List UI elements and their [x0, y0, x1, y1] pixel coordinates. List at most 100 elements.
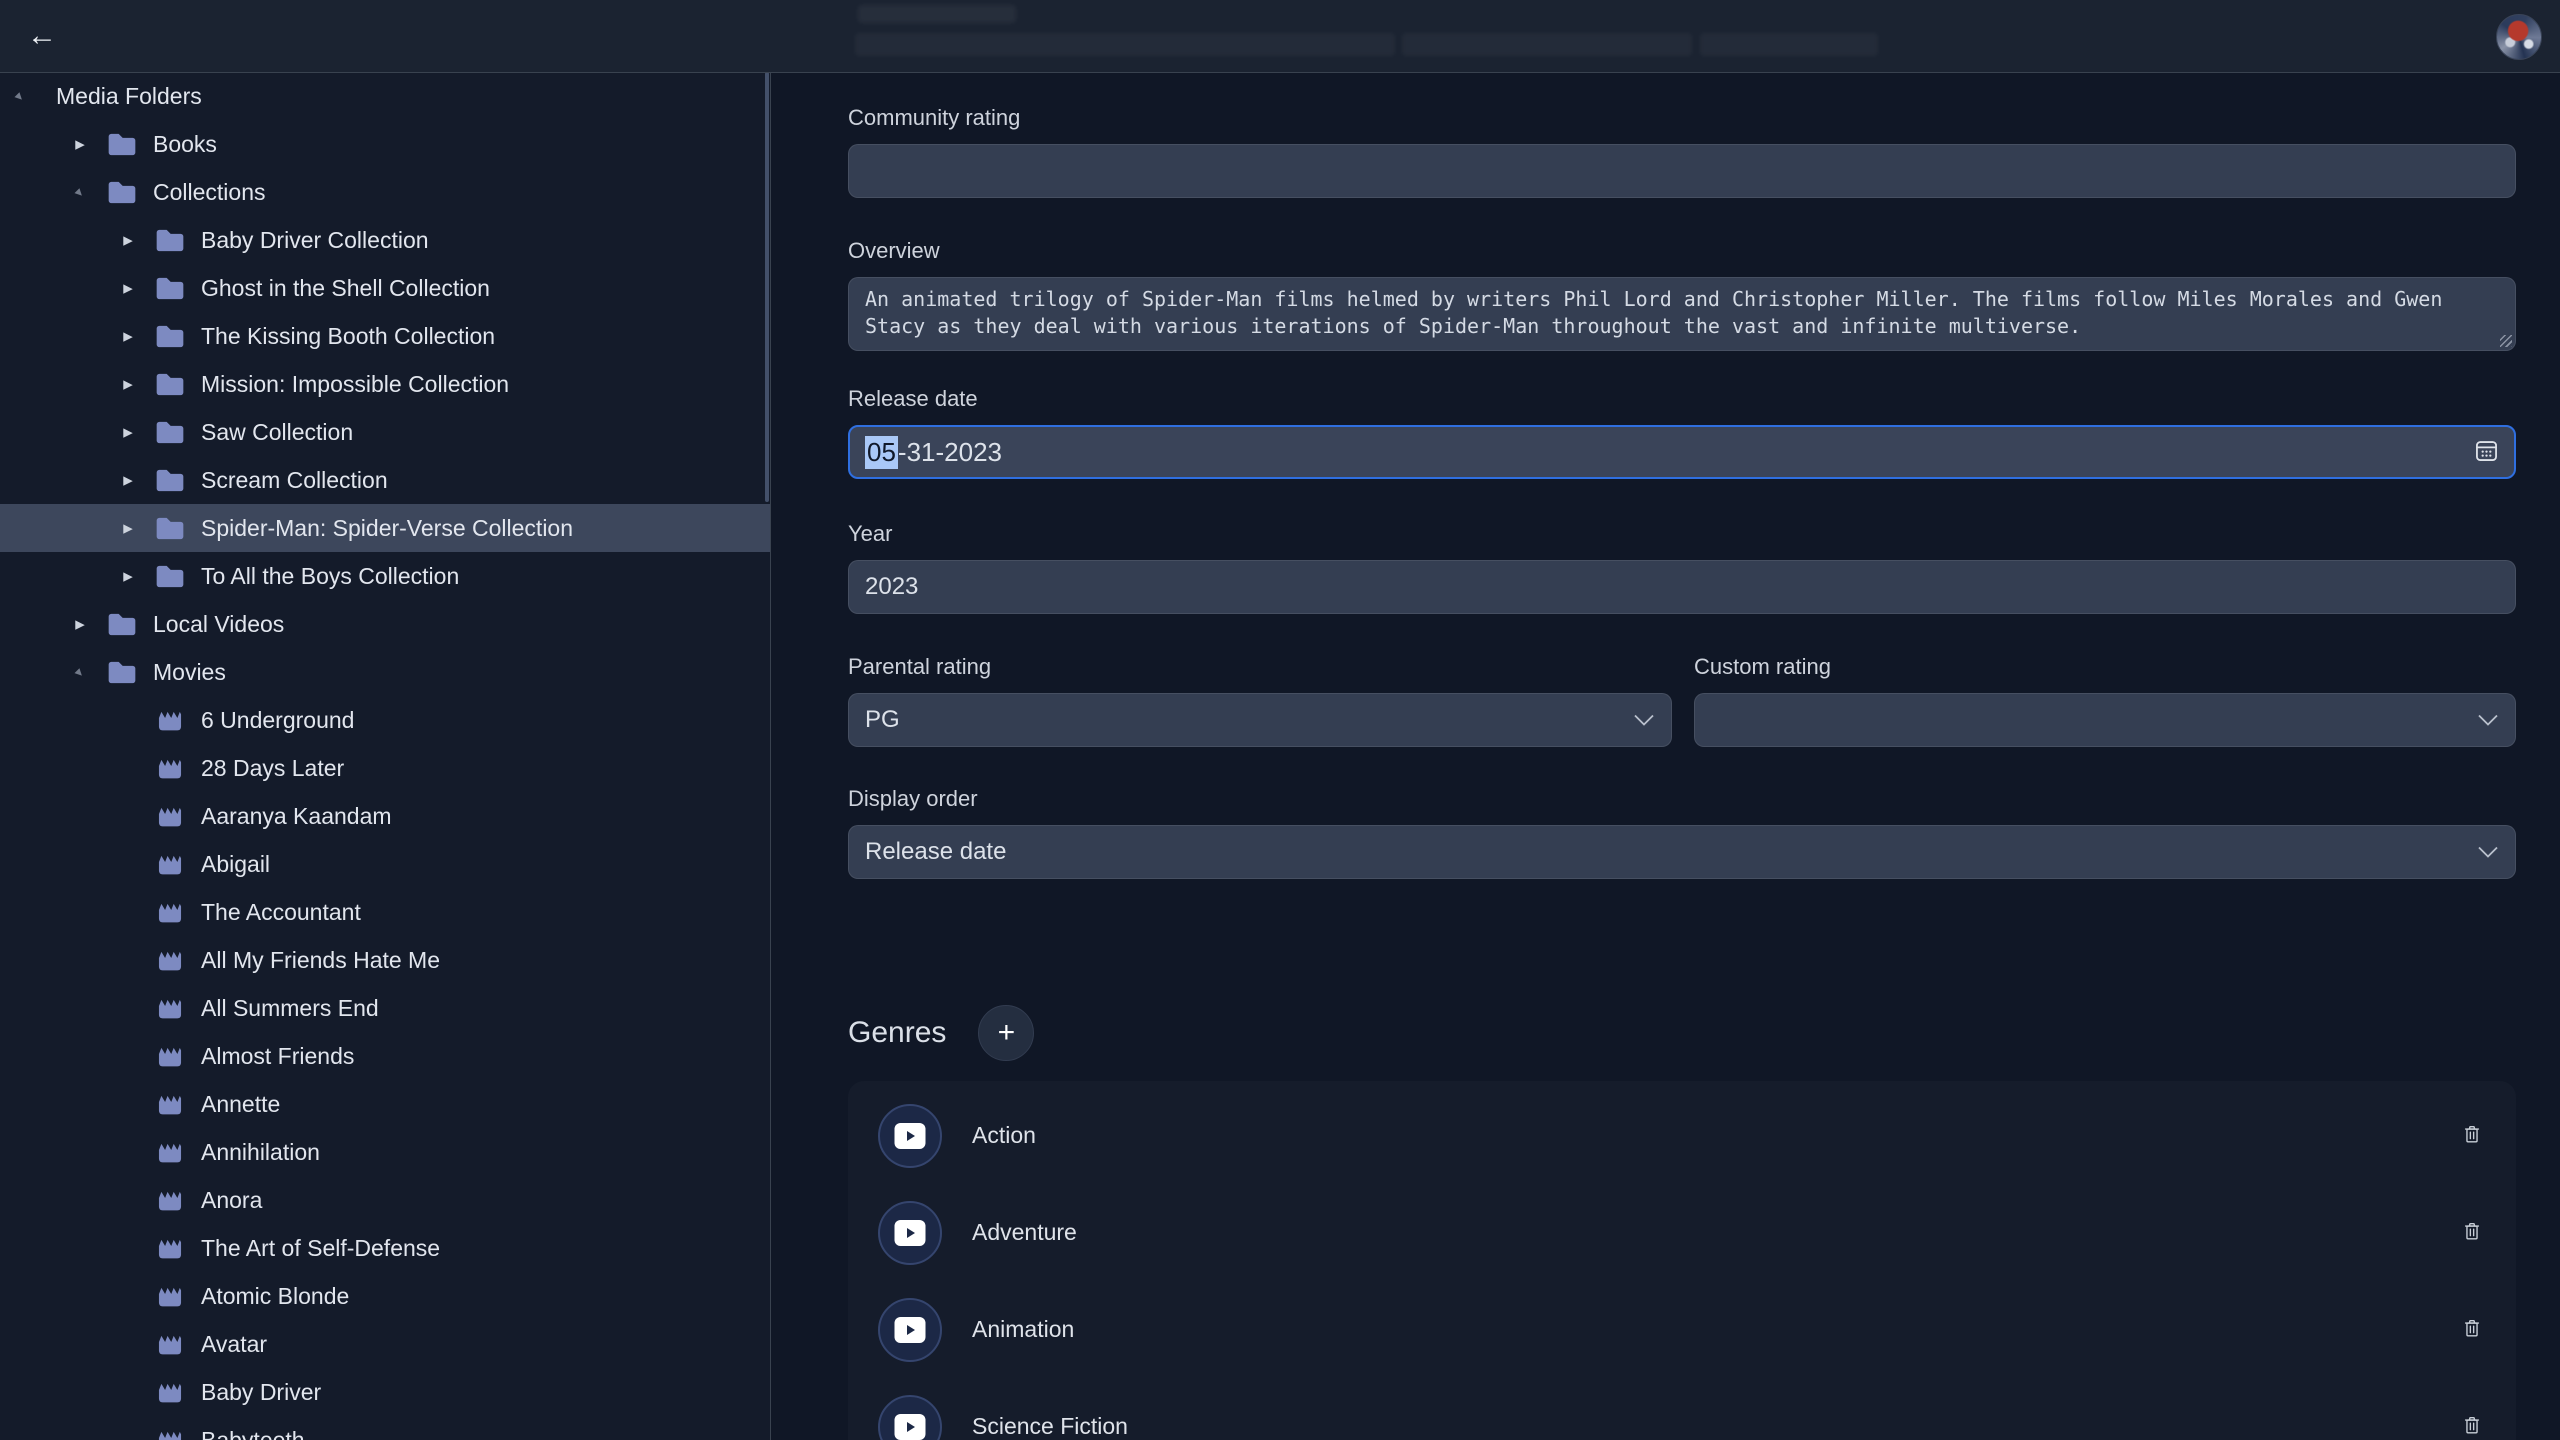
- genre-row-science-fiction: Science Fiction: [848, 1378, 2516, 1440]
- tree-item-label: All My Friends Hate Me: [201, 947, 440, 974]
- tree-item-avatar[interactable]: ▸Avatar: [0, 1320, 770, 1368]
- community-rating-field: Community rating: [848, 104, 2516, 198]
- genre-label: Animation: [972, 1316, 1074, 1343]
- tree-item-ghost-in-the-shell-collection[interactable]: ▸Ghost in the Shell Collection: [0, 264, 770, 312]
- genre-row-animation: Animation: [848, 1281, 2516, 1378]
- folder-icon: [105, 131, 139, 158]
- tree-item-saw-collection[interactable]: ▸Saw Collection: [0, 408, 770, 456]
- genres-header: Genres +: [848, 1005, 1034, 1061]
- folder-icon: [153, 467, 187, 494]
- tree-item-label: Spider-Man: Spider-Verse Collection: [201, 515, 573, 542]
- collapsed-caret-icon: ▸: [114, 277, 142, 300]
- movie-icon: [153, 1043, 187, 1070]
- tree-item-the-kissing-booth-collection[interactable]: ▸The Kissing Booth Collection: [0, 312, 770, 360]
- collapsed-caret-icon: ▸: [114, 373, 142, 396]
- community-rating-input[interactable]: [848, 144, 2516, 198]
- movie-icon: [153, 851, 187, 878]
- tree-item-annihilation[interactable]: ▸Annihilation: [0, 1128, 770, 1176]
- trash-icon: [2461, 1316, 2483, 1344]
- video-genre-icon: [878, 1395, 942, 1440]
- sidebar: ▸Media Folders▸Books▸Collections▸Baby Dr…: [0, 72, 771, 1440]
- display-order-select[interactable]: Release date: [848, 825, 2516, 879]
- calendar-picker-button[interactable]: [2473, 437, 2500, 467]
- tree-item-label: Books: [153, 131, 217, 158]
- calendar-icon: [2473, 437, 2500, 467]
- overview-textarea[interactable]: An animated trilogy of Spider-Man films …: [848, 277, 2516, 351]
- movie-icon: [153, 1139, 187, 1166]
- tree-item-baby-driver[interactable]: ▸Baby Driver: [0, 1368, 770, 1416]
- tree-item-atomic-blonde[interactable]: ▸Atomic Blonde: [0, 1272, 770, 1320]
- expanded-caret-icon: ▸: [4, 80, 36, 112]
- release-date-field: Release date 05-31-2023: [848, 385, 2516, 479]
- folder-icon: [153, 275, 187, 302]
- media-tree: ▸Media Folders▸Books▸Collections▸Baby Dr…: [0, 72, 770, 1440]
- release-date-input[interactable]: 05-31-2023: [848, 425, 2516, 479]
- tree-item-28-days-later[interactable]: ▸28 Days Later: [0, 744, 770, 792]
- tree-item-spider-man-spider-verse-collection[interactable]: ▸ Spider-Man: Spider-Verse Collection: [0, 504, 770, 552]
- tree-item-all-my-friends-hate-me[interactable]: ▸All My Friends Hate Me: [0, 936, 770, 984]
- year-label: Year: [848, 520, 2516, 548]
- tree-item-annette[interactable]: ▸Annette: [0, 1080, 770, 1128]
- folder-icon: [105, 611, 139, 638]
- back-arrow-icon: ←: [27, 19, 57, 52]
- delete-genre-button[interactable]: [2461, 1122, 2483, 1150]
- genre-label: Science Fiction: [972, 1413, 1128, 1440]
- collapsed-caret-icon: ▸: [114, 565, 142, 588]
- tree-item-mission-impossible-collection[interactable]: ▸ Mission: Impossible Collection: [0, 360, 770, 408]
- tree-item-almost-friends[interactable]: ▸Almost Friends: [0, 1032, 770, 1080]
- genre-row-adventure: Adventure: [848, 1184, 2516, 1281]
- sidebar-scrollbar-thumb[interactable]: [765, 72, 769, 502]
- tree-item-6-underground[interactable]: ▸6 Underground: [0, 696, 770, 744]
- delete-genre-button[interactable]: [2461, 1413, 2483, 1440]
- folder-icon: [153, 371, 187, 398]
- movie-icon: [153, 1427, 187, 1440]
- tree-item-media-folders[interactable]: ▸Media Folders: [0, 72, 770, 120]
- delete-genre-button[interactable]: [2461, 1316, 2483, 1344]
- tree-item-abigail[interactable]: ▸Abigail: [0, 840, 770, 888]
- user-avatar[interactable]: [2496, 14, 2542, 60]
- genre-label: Action: [972, 1122, 1036, 1149]
- tree-item-the-accountant[interactable]: ▸The Accountant: [0, 888, 770, 936]
- back-button[interactable]: ←: [20, 16, 64, 56]
- tree-item-all-summers-end[interactable]: ▸All Summers End: [0, 984, 770, 1032]
- tree-item-label: Abigail: [201, 851, 270, 878]
- movie-icon: [153, 707, 187, 734]
- tree-item-scream-collection[interactable]: ▸Scream Collection: [0, 456, 770, 504]
- tree-item-baby-driver-collection[interactable]: ▸ Baby Driver Collection: [0, 216, 770, 264]
- tree-item-anora[interactable]: ▸Anora: [0, 1176, 770, 1224]
- tree-item-label: 6 Underground: [201, 707, 354, 734]
- add-genre-button[interactable]: +: [978, 1005, 1034, 1061]
- movie-icon: [153, 1379, 187, 1406]
- tree-item-books[interactable]: ▸Books: [0, 120, 770, 168]
- delete-genre-button[interactable]: [2461, 1219, 2483, 1247]
- trash-icon: [2461, 1219, 2483, 1247]
- movie-icon: [153, 1187, 187, 1214]
- year-input[interactable]: [848, 560, 2516, 614]
- scrolled-content-ghost: [1402, 33, 1692, 56]
- collapsed-caret-icon: ▸: [114, 517, 142, 540]
- tree-item-to-all-the-boys-collection[interactable]: ▸To All the Boys Collection: [0, 552, 770, 600]
- tree-item-local-videos[interactable]: ▸Local Videos: [0, 600, 770, 648]
- tree-item-babyteeth[interactable]: ▸Babyteeth: [0, 1416, 770, 1440]
- tree-item-label: Baby Driver Collection: [201, 227, 429, 254]
- folder-icon: [153, 323, 187, 350]
- tree-item-label: Scream Collection: [201, 467, 388, 494]
- date-rest-segment: -31-2023: [898, 437, 1002, 468]
- video-genre-icon: [878, 1201, 942, 1265]
- tree-item-the-art-of-self-defense[interactable]: ▸The Art of Self-Defense: [0, 1224, 770, 1272]
- custom-rating-select[interactable]: [1694, 693, 2516, 747]
- tree-item-label: Mission: Impossible Collection: [201, 371, 509, 398]
- movie-icon: [153, 1091, 187, 1118]
- collapsed-caret-icon: ▸: [114, 229, 142, 252]
- parental-rating-select[interactable]: PG: [848, 693, 1672, 747]
- movie-icon: [153, 1283, 187, 1310]
- trash-icon: [2461, 1122, 2483, 1150]
- tree-item-aaranya-kaandam[interactable]: ▸Aaranya Kaandam: [0, 792, 770, 840]
- tree-item-label: The Art of Self-Defense: [201, 1235, 440, 1262]
- tree-item-movies[interactable]: ▸Movies: [0, 648, 770, 696]
- folder-icon: [153, 419, 187, 446]
- tree-item-collections[interactable]: ▸Collections: [0, 168, 770, 216]
- collapsed-caret-icon: ▸: [114, 421, 142, 444]
- folder-icon: [105, 659, 139, 686]
- folder-icon: [153, 515, 187, 542]
